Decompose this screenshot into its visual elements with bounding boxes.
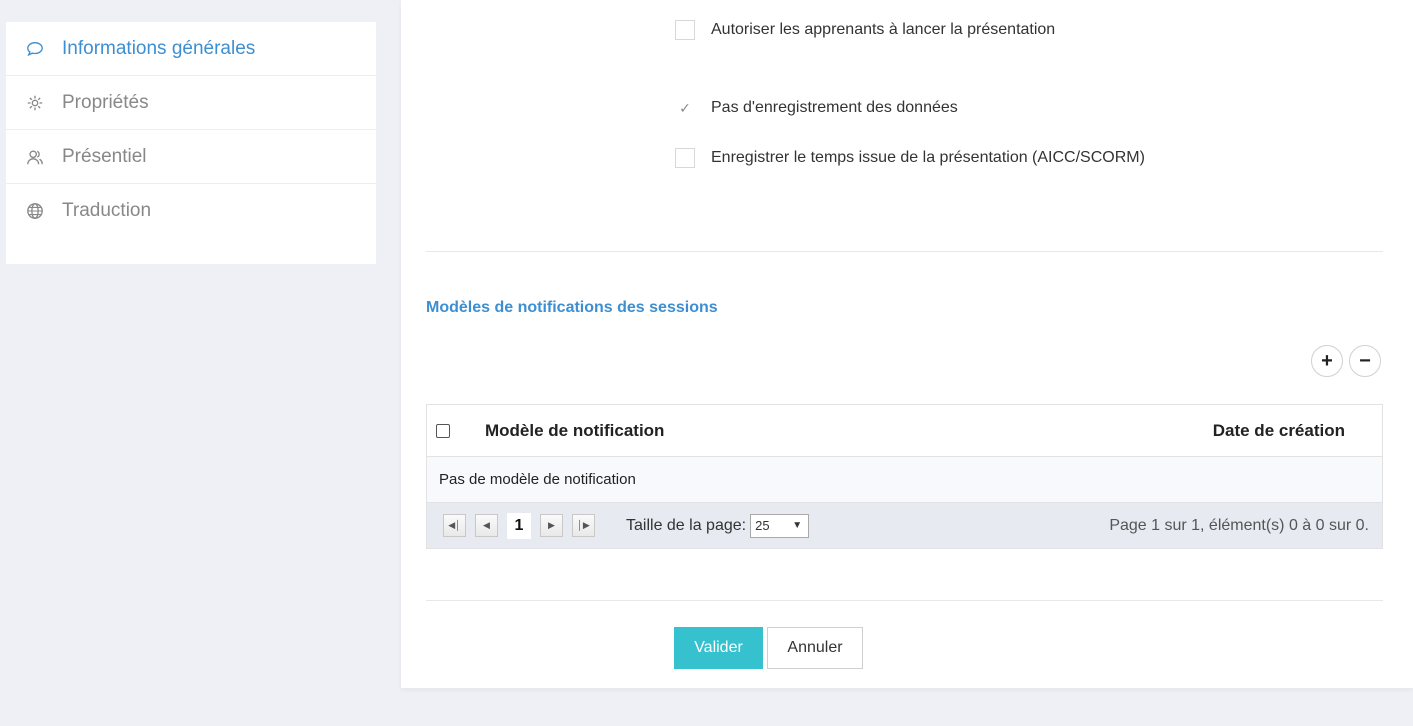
grid-empty-message: Pas de modèle de notification xyxy=(427,457,1382,503)
chevron-down-icon: ▼ xyxy=(792,520,803,531)
record-time-option: Enregistrer le temps issue de la présent… xyxy=(675,148,1145,168)
grid-pager: ◀│ ◀ 1 ▶ │▶ Taille de la page: 25 ▼ Page… xyxy=(427,503,1382,548)
page-size-value: 25 xyxy=(755,518,770,533)
notification-templates-grid: Modèle de notification Date de création … xyxy=(426,404,1383,549)
plus-icon: + xyxy=(1321,349,1333,372)
column-header-template[interactable]: Modèle de notification xyxy=(485,421,1213,441)
sidebar-item-label: Présentiel xyxy=(62,145,147,167)
allow-launch-option: Autoriser les apprenants à lancer la pré… xyxy=(675,20,1055,40)
last-page-icon[interactable]: │▶ xyxy=(572,514,595,537)
allow-launch-checkbox[interactable] xyxy=(675,20,695,40)
submit-button[interactable]: Valider xyxy=(674,627,763,669)
minus-icon: − xyxy=(1359,349,1371,372)
sidebar-item-traduction[interactable]: Traduction xyxy=(6,184,376,238)
pager-info: Page 1 sur 1, élément(s) 0 à 0 sur 0. xyxy=(1109,516,1369,534)
grid-header: Modèle de notification Date de création xyxy=(427,405,1382,457)
record-time-checkbox[interactable] xyxy=(675,148,695,168)
next-page-icon[interactable]: ▶ xyxy=(540,514,563,537)
footer-divider xyxy=(426,600,1383,601)
remove-template-button[interactable]: − xyxy=(1349,345,1381,377)
column-header-created[interactable]: Date de création xyxy=(1213,421,1345,441)
no-data-recording-label: Pas d'enregistrement des données xyxy=(711,99,958,116)
add-template-button[interactable]: + xyxy=(1311,345,1343,377)
allow-launch-label: Autoriser les apprenants à lancer la pré… xyxy=(711,21,1056,38)
previous-page-icon[interactable]: ◀ xyxy=(475,514,498,537)
checkmark-icon: ✓ xyxy=(679,99,691,116)
sidebar-item-label: Propriétés xyxy=(62,91,149,113)
sidebar-item-proprietes[interactable]: Propriétés xyxy=(6,76,376,130)
current-page-number: 1 xyxy=(507,512,531,539)
cancel-button[interactable]: Annuler xyxy=(767,627,863,669)
sidebar-item-label: Informations générales xyxy=(62,37,256,59)
record-time-label: Enregistrer le temps issue de la présent… xyxy=(711,149,1145,166)
section-divider xyxy=(426,251,1383,252)
users-icon xyxy=(24,146,46,168)
chat-bubble-icon xyxy=(24,38,46,60)
sidebar-item-informations-generales[interactable]: Informations générales xyxy=(6,22,376,76)
no-data-recording-option: ✓ Pas d'enregistrement des données xyxy=(675,98,958,118)
first-page-icon[interactable]: ◀│ xyxy=(443,514,466,537)
page-size-select[interactable]: 25 ▼ xyxy=(750,513,810,538)
no-data-recording-checkbox[interactable]: ✓ xyxy=(675,98,695,118)
globe-icon xyxy=(24,200,46,222)
select-all-checkbox[interactable] xyxy=(436,423,450,438)
notifications-section-title: Modèles de notifications des sessions xyxy=(426,299,718,316)
sidebar-item-presentiel[interactable]: Présentiel xyxy=(6,130,376,184)
page-size-label: Taille de la page: xyxy=(626,516,747,534)
sidebar-item-label: Traduction xyxy=(62,200,152,221)
sidebar: Informations générales Propriétés Présen… xyxy=(6,22,376,264)
main-panel: Autoriser les apprenants à lancer la pré… xyxy=(401,0,1413,688)
gear-icon xyxy=(24,92,46,114)
